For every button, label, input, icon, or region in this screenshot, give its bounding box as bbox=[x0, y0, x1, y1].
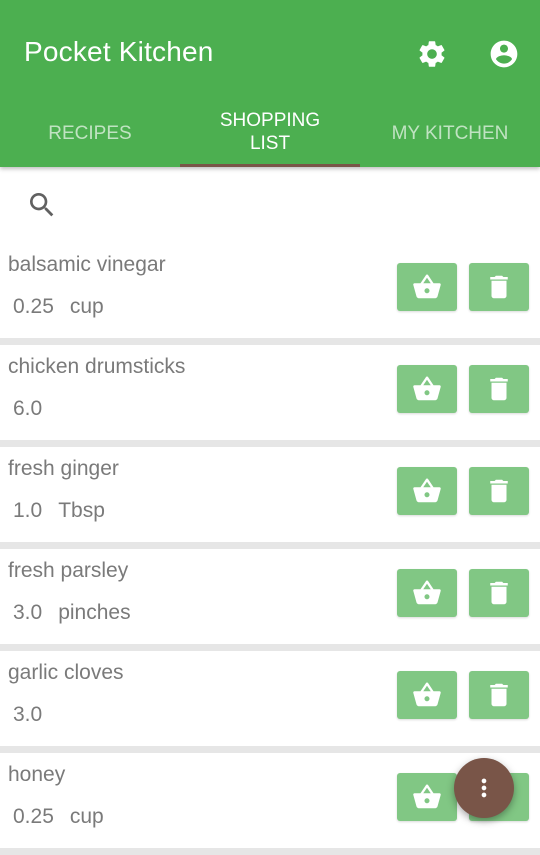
trash-icon bbox=[490, 581, 508, 605]
item-unit: pinches bbox=[58, 601, 131, 624]
tab-recipes[interactable]: RECIPES bbox=[0, 97, 180, 167]
basket-icon bbox=[413, 580, 441, 605]
item-quantity: 3.0 pinches bbox=[13, 601, 131, 625]
item-amount: 0.25 bbox=[13, 805, 54, 828]
gear-icon bbox=[419, 41, 445, 67]
item-quantity: 0.25 cup bbox=[13, 805, 104, 829]
shopping-list: balsamic vinegar 0.25 cup chicken drumsti… bbox=[0, 243, 540, 855]
basket-icon bbox=[413, 682, 441, 707]
more-options-fab[interactable] bbox=[454, 758, 514, 818]
trash-icon bbox=[490, 377, 508, 401]
delete-button[interactable] bbox=[469, 467, 529, 515]
trash-icon bbox=[490, 683, 508, 707]
list-item: balsamic vinegar 0.25 cup bbox=[0, 243, 540, 345]
item-unit: cup bbox=[69, 805, 104, 828]
delete-button[interactable] bbox=[469, 365, 529, 413]
delete-button[interactable] bbox=[469, 671, 529, 719]
delete-button[interactable] bbox=[469, 569, 529, 617]
item-name: chicken drumsticks bbox=[8, 355, 186, 378]
item-unit: Tbsp bbox=[58, 499, 105, 522]
basket-icon bbox=[413, 274, 441, 299]
search-button[interactable] bbox=[26, 189, 58, 221]
add-to-basket-button[interactable] bbox=[397, 365, 457, 413]
add-to-basket-button[interactable] bbox=[397, 773, 457, 821]
item-name: fresh ginger bbox=[8, 457, 119, 480]
list-item: chicken drumsticks 6.0 bbox=[0, 345, 540, 447]
item-amount: 1.0 bbox=[13, 499, 43, 522]
add-to-basket-button[interactable] bbox=[397, 671, 457, 719]
basket-icon bbox=[413, 784, 441, 809]
basket-icon bbox=[413, 478, 441, 503]
item-quantity: 3.0 bbox=[13, 703, 58, 727]
item-amount: 6.0 bbox=[13, 397, 43, 420]
add-to-basket-button[interactable] bbox=[397, 569, 457, 617]
add-to-basket-button[interactable] bbox=[397, 263, 457, 311]
item-name: balsamic vinegar bbox=[8, 253, 166, 276]
trash-icon bbox=[490, 479, 508, 503]
account-button[interactable] bbox=[488, 38, 520, 70]
item-name: garlic cloves bbox=[8, 661, 124, 684]
item-name: honey bbox=[8, 763, 66, 786]
add-to-basket-button[interactable] bbox=[397, 467, 457, 515]
item-quantity: 1.0 Tbsp bbox=[13, 499, 105, 523]
more-vert-icon bbox=[481, 778, 487, 798]
trash-icon bbox=[490, 275, 508, 299]
item-amount: 0.25 bbox=[13, 295, 54, 318]
tab-my-kitchen[interactable]: MY KITCHEN bbox=[360, 97, 540, 167]
account-circle-icon bbox=[490, 40, 518, 68]
item-amount: 3.0 bbox=[13, 601, 43, 624]
app-title: Pocket Kitchen bbox=[24, 36, 214, 67]
item-quantity: 0.25 cup bbox=[13, 295, 104, 319]
list-item: garlic cloves 3.0 bbox=[0, 651, 540, 753]
search-icon bbox=[30, 193, 54, 217]
item-quantity: 6.0 bbox=[13, 397, 58, 421]
app-bar: Pocket Kitchen RECIPES SHOPPING LIST MY … bbox=[0, 0, 540, 167]
basket-icon bbox=[413, 376, 441, 401]
item-unit: cup bbox=[69, 295, 104, 318]
delete-button[interactable] bbox=[469, 263, 529, 311]
tab-shopping-list[interactable]: SHOPPING LIST bbox=[180, 97, 360, 167]
settings-button[interactable] bbox=[416, 38, 448, 70]
list-item: fresh parsley 3.0 pinches bbox=[0, 549, 540, 651]
tab-bar: RECIPES SHOPPING LIST MY KITCHEN bbox=[0, 97, 540, 167]
search-bar bbox=[0, 167, 540, 243]
list-item: fresh ginger 1.0 Tbsp bbox=[0, 447, 540, 549]
item-amount: 3.0 bbox=[13, 703, 43, 726]
item-name: fresh parsley bbox=[8, 559, 129, 582]
